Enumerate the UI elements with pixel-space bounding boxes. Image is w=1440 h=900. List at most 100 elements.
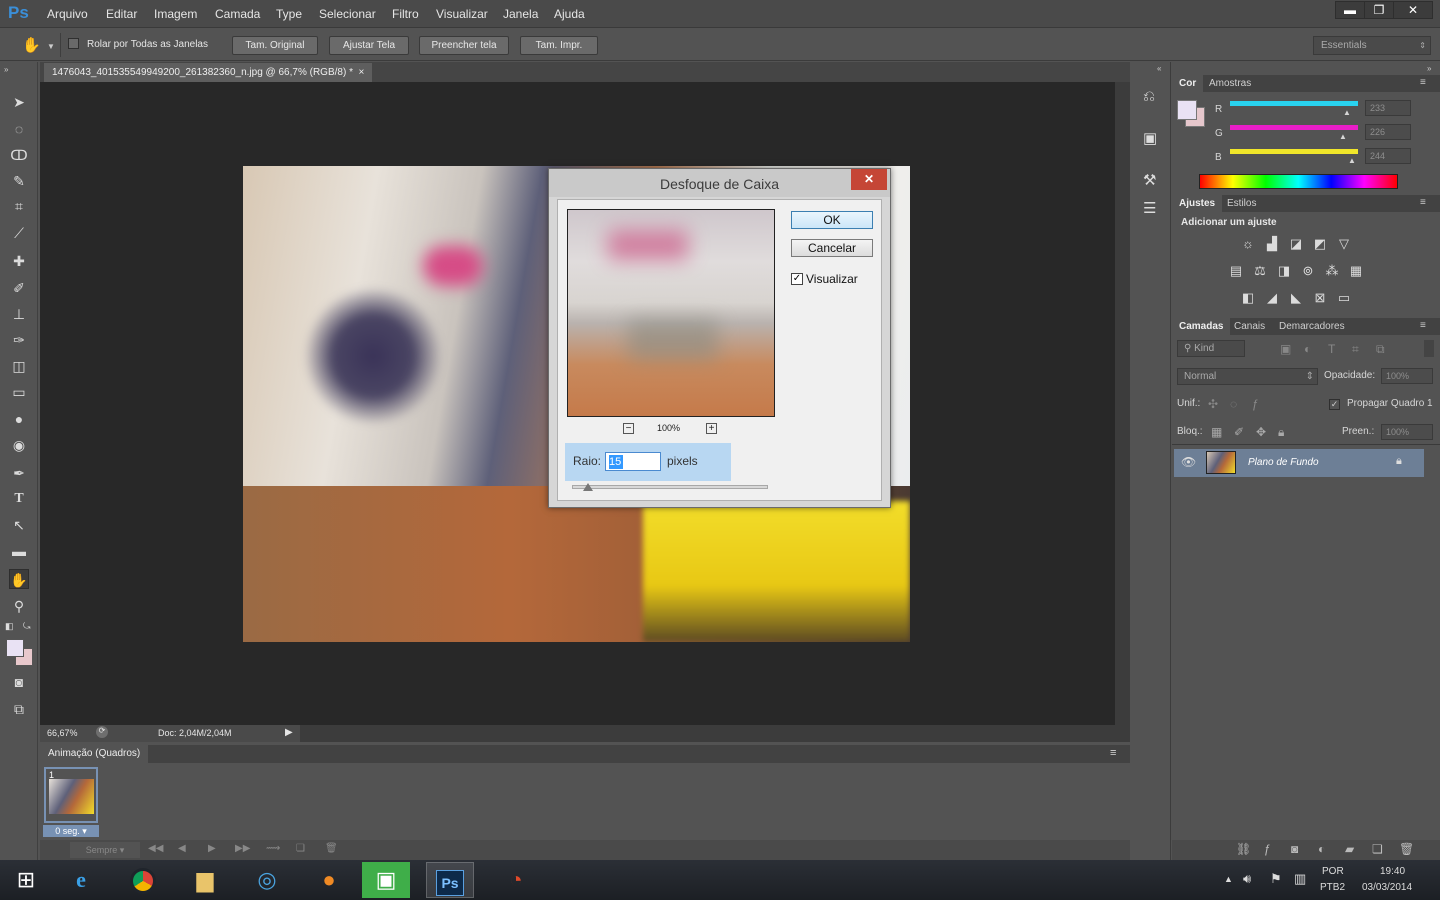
tool-preset-chevron-icon[interactable]: ▼	[47, 42, 55, 51]
b-slider-thumb-icon[interactable]: ▲	[1348, 156, 1356, 165]
menu-ajuda[interactable]: Ajuda	[554, 7, 585, 21]
black-white-icon[interactable]: ◨	[1275, 263, 1293, 279]
invert-icon[interactable]: ◧	[1239, 290, 1257, 306]
menu-arquivo[interactable]: Arquivo	[47, 7, 88, 21]
menu-camada[interactable]: Camada	[215, 7, 260, 21]
r-value[interactable]: 233	[1365, 100, 1411, 116]
radius-input[interactable]: 15	[605, 452, 661, 471]
fit-screen-button[interactable]: Ajustar Tela	[329, 36, 409, 55]
animation-tab[interactable]: Animação (Quadros)	[40, 745, 149, 763]
photo-filter-icon[interactable]: ⊚	[1299, 263, 1317, 279]
healing-brush-icon[interactable]: ✚	[9, 251, 29, 271]
frame-delay[interactable]: 0 seg. ▾	[43, 825, 99, 837]
photoshop-taskbar-icon[interactable]: Ps	[426, 862, 474, 898]
preview-checkbox[interactable]: ✓	[791, 273, 803, 285]
collapse-strip-icon[interactable]: «	[1157, 64, 1161, 73]
hand-tool-icon[interactable]: ✋	[22, 36, 41, 54]
unify-style-icon[interactable]: ƒ	[1252, 397, 1259, 411]
filter-toggle[interactable]	[1424, 340, 1434, 357]
scroll-all-checkbox[interactable]	[68, 38, 79, 52]
lock-image-icon[interactable]: ✐	[1234, 425, 1244, 439]
fill-screen-button[interactable]: Preencher tela	[419, 36, 509, 55]
action-center-icon[interactable]: ⚑	[1270, 871, 1282, 887]
screen-mode-icon[interactable]: ⧉	[9, 699, 29, 719]
eyedropper-tool-icon[interactable]: ⟋	[9, 223, 29, 243]
internet-explorer-icon[interactable]: e	[57, 862, 105, 898]
exposure-icon[interactable]: ◩	[1311, 236, 1329, 252]
menu-selecionar[interactable]: Selecionar	[319, 7, 376, 21]
loop-select[interactable]: Sempre ▾	[70, 842, 140, 858]
clock-date[interactable]: 03/03/2014	[1362, 882, 1412, 893]
r-slider-thumb-icon[interactable]: ▲	[1343, 108, 1351, 117]
quick-mask-icon[interactable]: ◙	[9, 672, 29, 692]
fill-value[interactable]: 100%	[1381, 424, 1433, 440]
next-frame-icon[interactable]: ▶▶	[235, 843, 250, 854]
lock-transparent-icon[interactable]: ▦	[1211, 425, 1222, 439]
new-group-icon[interactable]: ▰	[1345, 842, 1354, 856]
filter-shape-icon[interactable]: ⌗	[1352, 342, 1359, 357]
tab-cor[interactable]: Cor	[1172, 75, 1204, 92]
propagate-checkbox[interactable]: ✓	[1329, 398, 1340, 410]
animation-frame[interactable]: 1	[44, 767, 98, 823]
new-layer-icon[interactable]: ❏	[1372, 842, 1383, 856]
brush-tool-icon[interactable]: ✐	[9, 278, 29, 298]
menu-editar[interactable]: Editar	[106, 7, 137, 21]
default-colors-icon[interactable]: ◧	[5, 621, 14, 632]
quick-selection-icon[interactable]: ✎	[9, 171, 29, 191]
type-tool-icon[interactable]: T	[9, 489, 29, 509]
menu-janela[interactable]: Janela	[503, 7, 538, 21]
actual-pixels-button[interactable]: Tam. Original	[232, 36, 318, 55]
stamp-tool-icon[interactable]: ⊥	[9, 304, 29, 324]
rectangle-tool-icon[interactable]: ▬	[9, 541, 29, 561]
color-spectrum[interactable]	[1199, 174, 1398, 189]
layers-panel-menu-icon[interactable]: ≡	[1420, 320, 1426, 331]
posterize-icon[interactable]: ◢	[1263, 290, 1281, 306]
vertical-scrollbar[interactable]	[1115, 82, 1130, 725]
history-panel-icon[interactable]: ⎌	[1143, 88, 1155, 105]
adjust-panel-menu-icon[interactable]: ≡	[1420, 197, 1426, 208]
marquee-tool-icon[interactable]: ◌	[9, 119, 29, 139]
color-balance-icon[interactable]: ⚖	[1251, 263, 1269, 279]
foreground-color-chip[interactable]	[1177, 100, 1197, 120]
b-slider[interactable]	[1230, 149, 1358, 154]
firefox-icon[interactable]: ●	[305, 862, 353, 898]
menu-imagem[interactable]: Imagem	[154, 7, 197, 21]
restore-button[interactable]: ❐	[1364, 1, 1394, 19]
pen-tool-icon[interactable]: ✒	[9, 463, 29, 483]
animation-menu-icon[interactable]: ≡	[1110, 747, 1116, 759]
file-explorer-icon[interactable]: ▆	[181, 862, 229, 898]
tab-amostras[interactable]: Amostras	[1202, 75, 1258, 92]
tab-canais[interactable]: Canais	[1227, 318, 1272, 335]
link-layers-icon[interactable]: ⛓︎	[1236, 842, 1251, 856]
layer-filter-select[interactable]: ⚲ Kind	[1177, 340, 1245, 357]
foreground-color-swatch[interactable]	[6, 639, 24, 657]
zoom-readout[interactable]: 66,67%	[47, 728, 78, 738]
blend-mode-select[interactable]: Normal ⇕	[1177, 368, 1318, 385]
actions-panel-icon[interactable]: ▣	[1143, 129, 1157, 147]
first-frame-icon[interactable]: ◀◀	[148, 843, 163, 854]
menu-filtro[interactable]: Filtro	[392, 7, 419, 21]
blur-tool-icon[interactable]: ●	[9, 409, 29, 429]
menu-visualizar[interactable]: Visualizar	[436, 7, 488, 21]
tab-ajustes[interactable]: Ajustes	[1172, 195, 1223, 212]
tab-estilos[interactable]: Estilos	[1220, 195, 1263, 212]
opacity-value[interactable]: 100%	[1381, 368, 1433, 384]
brightness-icon[interactable]: ☼	[1239, 236, 1257, 252]
print-size-button[interactable]: Tam. Impr.	[520, 36, 598, 55]
workspace-select[interactable]: Essentials ⇕	[1313, 36, 1431, 55]
media-player-icon[interactable]: ◎	[243, 862, 291, 898]
threshold-icon[interactable]: ◣	[1287, 290, 1305, 306]
dialog-close-button[interactable]: ✕	[851, 169, 887, 190]
b-value[interactable]: 244	[1365, 148, 1411, 164]
document-tab[interactable]: 1476043_401535549949200_261382360_n.jpg …	[44, 63, 373, 82]
zoom-out-button[interactable]: −	[623, 423, 634, 434]
g-slider-thumb-icon[interactable]: ▲	[1339, 132, 1347, 141]
collapse-tools-icon[interactable]: »	[4, 65, 8, 74]
radius-slider-thumb[interactable]	[583, 483, 593, 491]
vibrance-icon[interactable]: ▽	[1335, 236, 1353, 252]
color-lookup-icon[interactable]: ▦	[1347, 263, 1365, 279]
eraser-tool-icon[interactable]: ◫	[9, 356, 29, 376]
delete-layer-icon[interactable]: 🗑︎	[1399, 842, 1414, 856]
minimize-button[interactable]: ▬	[1335, 1, 1365, 19]
levels-icon[interactable]: ▟	[1263, 236, 1281, 252]
